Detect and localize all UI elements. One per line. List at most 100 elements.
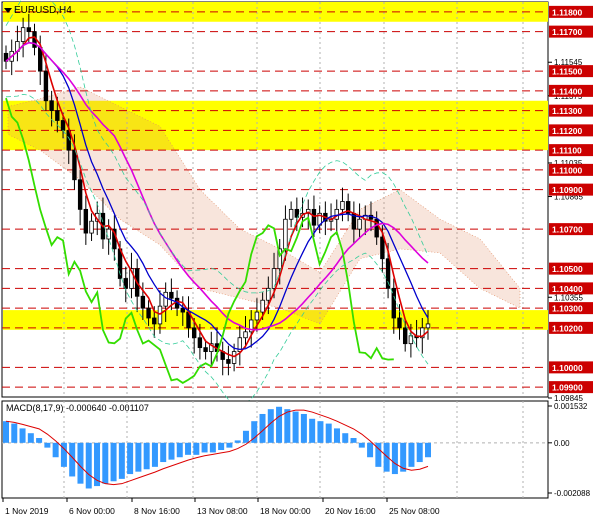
macd-histogram-bar xyxy=(333,428,340,443)
time-axis-label: 25 Nov 08:00 xyxy=(389,506,440,516)
candle-body xyxy=(357,218,362,230)
price-panel[interactable]: 1.115451.113751.110351.108651.103551.098… xyxy=(1,0,593,406)
macd-histogram-bar xyxy=(292,411,299,443)
macd-histogram-bar xyxy=(44,442,51,448)
candle-body xyxy=(408,335,414,345)
macd-histogram-bar xyxy=(367,442,374,458)
macd-histogram-bar xyxy=(94,442,101,487)
macd-panel[interactable]: 0.001532 0.00 -0.002088 1 Nov 2019 6 Nov 00:… xyxy=(1,400,591,516)
macd-histogram-bar xyxy=(267,409,274,443)
macd-histogram-bar xyxy=(36,438,43,443)
macd-histogram-bar xyxy=(3,421,9,443)
candle-body xyxy=(380,236,385,260)
candle-body xyxy=(157,305,163,325)
macd-histogram-bar xyxy=(77,442,84,484)
candle-body xyxy=(83,208,89,234)
macd-histogram-bar xyxy=(358,442,365,448)
macd-histogram-bar xyxy=(309,418,316,443)
symbol-title: EURUSD,H4 xyxy=(14,5,72,16)
macd-histogram-bar xyxy=(19,428,26,443)
candle-body xyxy=(385,258,391,289)
macd-histogram-bar xyxy=(325,423,332,443)
candle-body xyxy=(397,317,402,329)
macd-histogram-bar xyxy=(160,442,167,463)
level-label: 1.11200 xyxy=(552,126,583,136)
macd-histogram-bar xyxy=(127,442,134,475)
macd-histogram-bar xyxy=(168,442,175,460)
macd-histogram-bar xyxy=(110,442,117,482)
candle-body xyxy=(26,27,32,33)
candle-body xyxy=(43,70,49,102)
macd-title: MACD(8,17,9) -0.000640 -0.001107 xyxy=(6,403,149,413)
candle-body xyxy=(271,268,277,289)
macd-histogram-bar xyxy=(416,442,423,463)
level-label: 1.10300 xyxy=(552,304,583,314)
level-label: 1.11400 xyxy=(552,86,583,96)
macd-histogram-bar xyxy=(151,442,158,467)
macd-panel-frame xyxy=(1,400,549,499)
macd-histogram-bar xyxy=(242,430,249,443)
price-tick-label: 1.10355 xyxy=(554,293,583,302)
level-label: 1.11700 xyxy=(552,27,583,37)
candle-body xyxy=(89,220,94,234)
candle-body xyxy=(425,323,431,329)
macd-histogram-bar xyxy=(27,433,34,443)
time-axis-label: 8 Nov 16:00 xyxy=(134,506,180,516)
macd-tick-label: 0.001532 xyxy=(554,402,588,411)
candle-body xyxy=(243,331,248,339)
candle-body xyxy=(191,327,197,339)
level-label: 1.10700 xyxy=(552,225,583,235)
candle-body xyxy=(402,327,408,345)
candle-body xyxy=(340,201,345,210)
candle-body xyxy=(152,317,157,325)
macd-histogram-bar xyxy=(425,442,431,458)
candle-body xyxy=(146,307,151,319)
macd-histogram-bar xyxy=(11,423,18,443)
level-label: 1.10500 xyxy=(552,264,583,274)
macd-histogram-bar xyxy=(185,442,192,455)
candle-body xyxy=(140,295,146,309)
level-label: 1.11100 xyxy=(552,146,582,156)
candle-body xyxy=(180,307,185,313)
level-label: 1.11500 xyxy=(552,67,583,77)
macd-histogram-bar xyxy=(201,442,208,453)
candle-body xyxy=(226,359,231,364)
candle-body xyxy=(169,291,174,299)
macd-histogram-bar xyxy=(383,442,390,472)
candle-body xyxy=(197,337,203,349)
level-label: 1.09900 xyxy=(552,383,583,393)
level-label: 1.10400 xyxy=(552,284,583,294)
macd-tick-label: -0.002088 xyxy=(554,489,591,498)
macd-histogram-bar xyxy=(226,442,233,448)
trading-chart[interactable]: 1.115451.113751.110351.108651.103551.098… xyxy=(0,0,595,524)
candle-body xyxy=(311,208,317,226)
macd-histogram-bar xyxy=(176,442,183,458)
candle-body xyxy=(288,208,294,220)
level-label: 1.11800 xyxy=(552,7,583,17)
candle-body xyxy=(231,351,237,364)
candle-body xyxy=(55,110,60,121)
candle-body xyxy=(20,27,26,42)
macd-histogram-bar xyxy=(218,442,225,451)
macd-histogram-bar xyxy=(284,409,291,443)
macd-histogram-bar xyxy=(350,438,357,443)
macd-histogram-bar xyxy=(408,442,415,467)
time-axis-label: 6 Nov 00:00 xyxy=(69,506,115,516)
level-label: 1.10900 xyxy=(552,185,583,195)
candle-body xyxy=(203,347,208,352)
macd-histogram-bar xyxy=(85,442,92,489)
macd-histogram-bar xyxy=(317,421,324,443)
macd-histogram-bar xyxy=(209,442,216,453)
macd-histogram-bar xyxy=(52,442,59,458)
candle-body xyxy=(283,218,288,250)
time-axis-label: 1 Nov 2019 xyxy=(5,506,49,516)
macd-tick-label: 0.00 xyxy=(554,439,570,448)
level-label: 1.11000 xyxy=(552,165,583,175)
macd-histogram-bar xyxy=(118,442,125,479)
macd-histogram-bar xyxy=(102,442,109,484)
level-label: 1.10200 xyxy=(552,323,583,333)
level-label: 1.11300 xyxy=(552,106,583,116)
price-panel-frame xyxy=(1,1,549,398)
macd-histogram-bar xyxy=(300,413,307,443)
candle-body xyxy=(60,120,66,131)
